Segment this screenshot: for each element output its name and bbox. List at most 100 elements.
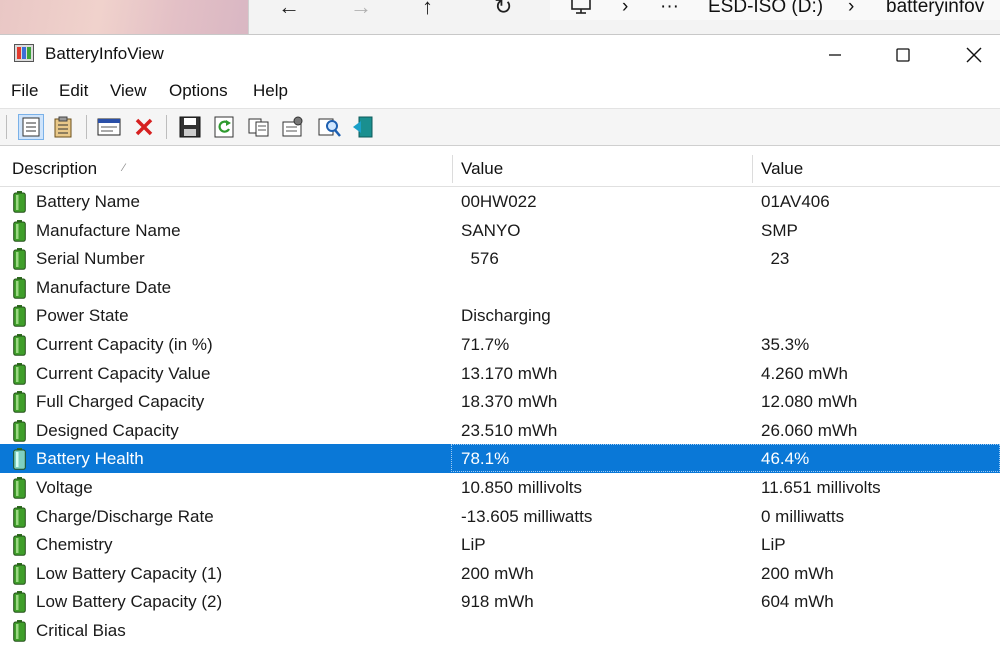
row-value-1: 10.850 millivolts <box>461 478 582 497</box>
table-row[interactable]: Low Battery Capacity (1) 200 mWh 200 mWh <box>0 559 1000 588</box>
row-value-2: 01AV406 <box>761 192 830 211</box>
toolbar-save-button[interactable] <box>177 114 203 140</box>
clipboard-icon <box>54 116 72 138</box>
property-list-icon <box>22 117 40 137</box>
table-row[interactable]: Manufacture Date <box>0 273 1000 302</box>
more-icon[interactable]: ··· <box>660 0 679 18</box>
row-description: Power State <box>36 306 129 326</box>
column-divider[interactable] <box>452 155 453 183</box>
battery-icon <box>13 448 26 471</box>
row-value-2: 604 mWh <box>761 592 834 612</box>
title-bar[interactable]: BatteryInfoView <box>0 35 1000 75</box>
table-row[interactable]: Serial Number 576 23 <box>0 244 1000 273</box>
toolbar-copy-button[interactable] <box>246 114 272 140</box>
exit-icon <box>353 116 373 138</box>
row-description: Current Capacity (in %) <box>36 335 213 354</box>
menu-view[interactable]: View <box>110 81 147 101</box>
table-row[interactable]: Manufacture Name SANYO SMP <box>0 216 1000 245</box>
toolbar-properties-button[interactable] <box>280 114 306 140</box>
row-description: Low Battery Capacity (2) <box>36 592 223 612</box>
battery-icon <box>13 248 26 270</box>
battery-icon <box>13 362 26 385</box>
refresh-icon[interactable]: ↻ <box>494 0 512 19</box>
battery-icon <box>13 419 26 442</box>
find-icon <box>318 118 341 137</box>
battery-icon <box>13 620 26 642</box>
toolbar-exit-button[interactable] <box>350 114 376 140</box>
properties-icon <box>282 116 303 137</box>
toolbar-delete-button[interactable] <box>131 114 157 140</box>
row-value-2: LiP <box>761 535 786 555</box>
toolbar <box>0 108 1000 146</box>
table-row[interactable]: Designed Capacity 23.510 mWh 26.060 mWh <box>0 416 1000 445</box>
column-divider[interactable] <box>752 155 753 183</box>
list-header: Description ⁄ Value Value <box>0 151 1000 187</box>
table-row[interactable]: Chemistry LiP LiP <box>0 530 1000 559</box>
menu-options[interactable]: Options <box>169 81 228 101</box>
menu-file[interactable]: File <box>11 81 38 101</box>
toolbar-refresh-button[interactable] <box>211 114 237 140</box>
toolbar-properties-view-button[interactable] <box>18 114 44 140</box>
table-row[interactable]: Battery Name 00HW022 01AV406 <box>0 187 1000 216</box>
row-description: Chemistry <box>36 535 113 555</box>
battery-icon <box>13 477 26 499</box>
row-value-2: 200 mWh <box>761 563 834 583</box>
menu-edit[interactable]: Edit <box>59 81 88 101</box>
table-row[interactable]: Critical Bias <box>0 616 1000 645</box>
computer-icon <box>571 0 591 14</box>
row-description: Manufacture Name <box>36 220 181 240</box>
breadcrumb-folder[interactable]: batteryinfov <box>886 0 984 18</box>
column-header-value-2[interactable]: Value <box>761 151 803 186</box>
table-row[interactable]: Charge/Discharge Rate -13.605 milliwatts 0… <box>0 502 1000 531</box>
minimize-button[interactable] <box>812 35 858 75</box>
batteryinfoview-window: BatteryInfoView File Edit View Options H… <box>0 34 1000 646</box>
row-value-1: 576 <box>461 249 499 269</box>
forward-arrow-icon[interactable]: → <box>350 0 372 19</box>
menu-help[interactable]: Help <box>253 81 288 101</box>
table-row[interactable]: Full Charged Capacity 18.370 mWh 12.080 mW… <box>0 387 1000 416</box>
row-value-2: SMP <box>761 220 798 240</box>
window-icon <box>97 118 121 136</box>
table-row[interactable]: Current Capacity Value 13.170 mWh 4.260 mW… <box>0 359 1000 388</box>
column-header-value-1[interactable]: Value <box>461 151 503 186</box>
back-arrow-icon[interactable]: ← <box>278 0 300 19</box>
row-value-1: LiP <box>461 535 486 555</box>
window-title: BatteryInfoView <box>45 44 164 63</box>
row-value-1: -13.605 milliwatts <box>461 506 593 526</box>
toolbar-separator <box>6 115 7 139</box>
battery-icon <box>13 219 26 242</box>
battery-icon <box>13 391 26 413</box>
table-row[interactable]: Power State Discharging <box>0 301 1000 330</box>
table-row-selected[interactable]: Battery Health 78.1% 46.4% <box>0 444 1000 473</box>
table-row[interactable]: Current Capacity (in %) 71.7% 35.3% <box>0 330 1000 359</box>
row-value-1: Discharging <box>461 306 551 326</box>
battery-icon <box>13 276 26 299</box>
row-description: Serial Number <box>36 249 145 269</box>
row-value-1: SANYO <box>461 220 521 240</box>
close-button[interactable] <box>951 35 997 75</box>
battery-info-list[interactable]: Description ⁄ Value Value Battery Name 00… <box>0 151 1000 646</box>
toolbar-html-report-button[interactable] <box>96 114 122 140</box>
battery-icon <box>13 191 26 213</box>
maximize-button[interactable] <box>880 35 926 75</box>
breadcrumb-drive[interactable]: ESD-ISO (D:) <box>708 0 823 18</box>
maximize-icon <box>896 48 910 62</box>
table-row[interactable]: Voltage 10.850 millivolts 11.651 millivolt… <box>0 473 1000 502</box>
row-description: Low Battery Capacity (1) <box>36 563 223 583</box>
toolbar-find-button[interactable] <box>317 114 343 140</box>
column-header-description[interactable]: Description <box>12 151 97 186</box>
up-arrow-icon[interactable]: ↑ <box>422 0 433 19</box>
row-description: Manufacture Date <box>36 277 172 297</box>
toolbar-report-view-button[interactable] <box>50 114 76 140</box>
row-description: Current Capacity Value <box>36 363 211 383</box>
battery-icon <box>13 562 26 585</box>
address-bar[interactable]: › ··· ESD-ISO (D:) › batteryinfov <box>550 0 1000 20</box>
row-value-2: 4.260 mWh <box>761 363 848 383</box>
row-value-1: 18.370 mWh <box>461 392 558 412</box>
row-value-2: 11.651 millivolts <box>761 478 881 497</box>
battery-icon <box>13 505 26 528</box>
row-description: Battery Health <box>36 449 144 469</box>
battery-icon <box>13 534 26 556</box>
row-description: Designed Capacity <box>36 420 179 440</box>
table-row[interactable]: Low Battery Capacity (2) 918 mWh 604 mWh <box>0 587 1000 616</box>
